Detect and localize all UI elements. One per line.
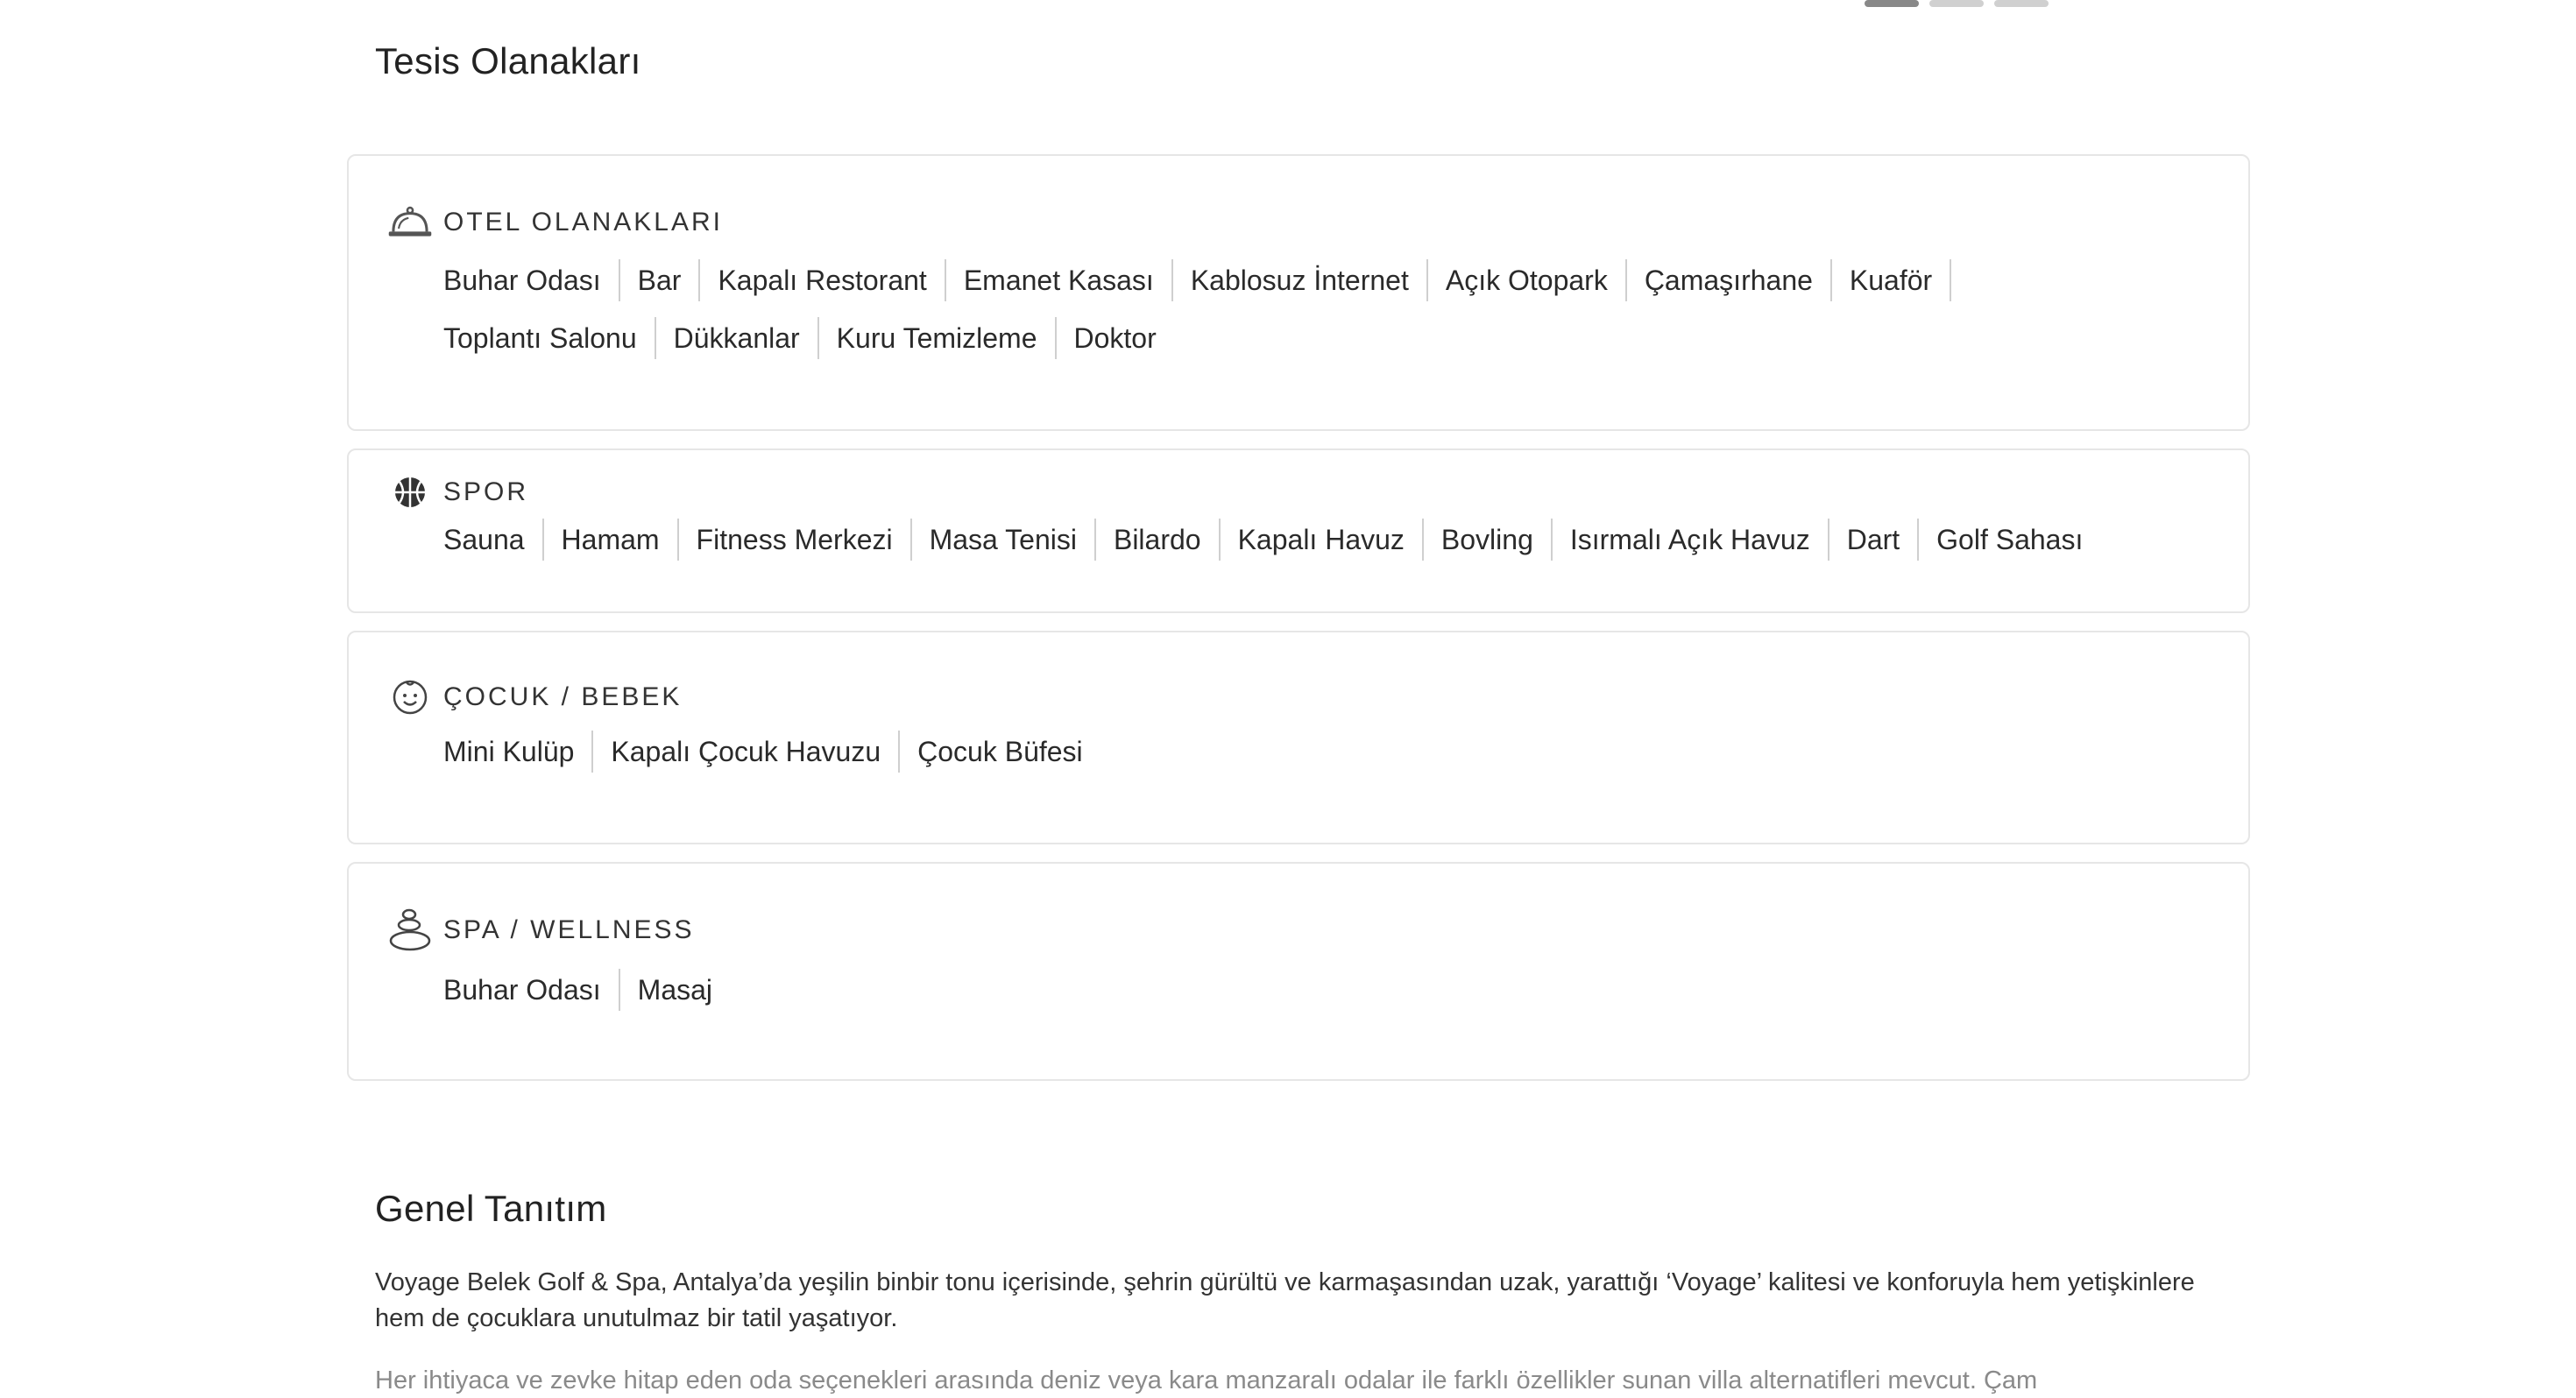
- facility-item: Doktor: [1073, 322, 1157, 354]
- category-header: SPOR: [387, 470, 528, 515]
- facility-item: Çamaşırhane: [1645, 259, 1832, 301]
- facility-card-kids: ÇOCUK / BEBEK Mini Kulüp Kapalı Çocuk Ha…: [347, 631, 2250, 844]
- facility-item: Buhar Odası: [443, 259, 620, 301]
- facility-item: Dükkanlar: [674, 317, 819, 359]
- facility-item: Toplantı Salonu: [443, 317, 656, 359]
- facility-item: Kuru Temizleme: [837, 317, 1057, 359]
- intro-paragraph: Her ihtiyaca ve zevke hitap eden oda seç…: [375, 1366, 2038, 1394]
- slider-dot-3[interactable]: [1994, 0, 2049, 7]
- facility-item: Mini Kulüp: [443, 731, 594, 773]
- service-bell-icon: [387, 200, 433, 245]
- basketball-icon: [387, 470, 433, 515]
- facility-item: Bilardo: [1114, 519, 1221, 561]
- facility-item: Buhar Odası: [443, 969, 620, 1011]
- facility-card-hotel: OTEL OLANAKLARI Buhar Odası Bar Kapalı R…: [347, 154, 2250, 431]
- facility-item: Isırmalı Açık Havuz: [1570, 519, 1829, 561]
- intro-paragraph: Voyage Belek Golf & Spa, Antalya’da yeşi…: [375, 1268, 2195, 1332]
- facility-item: Dart: [1847, 519, 1920, 561]
- facility-list: Buhar Odası Masaj: [443, 969, 2196, 1011]
- facility-item: Kapalı Restorant: [718, 259, 946, 301]
- facility-item: Açık Otopark: [1446, 259, 1627, 301]
- facility-item: Kapalı Havuz: [1238, 519, 1424, 561]
- facility-item: Masaj: [637, 974, 713, 1006]
- facility-item: Bovling: [1441, 519, 1553, 561]
- category-label: OTEL OLANAKLARI: [443, 208, 723, 237]
- category-label: SPOR: [443, 477, 529, 506]
- facility-item: Kapalı Çocuk Havuzu: [611, 731, 901, 773]
- facility-item: Kuaför: [1850, 259, 1952, 301]
- facility-item: Fitness Merkezi: [697, 519, 912, 561]
- facility-item: Masa Tenisi: [930, 519, 1096, 561]
- slider-dot-1[interactable]: [1865, 0, 1919, 7]
- facility-card-sport: SPOR Sauna Hamam Fitness Merkezi Masa Te…: [347, 448, 2250, 613]
- facility-item: Hamam: [562, 519, 679, 561]
- facility-list: Sauna Hamam Fitness Merkezi Masa Tenisi …: [443, 519, 2196, 561]
- intro-title: Genel Tanıtım: [375, 1188, 607, 1229]
- category-header: ÇOCUK / BEBEK: [387, 674, 682, 720]
- slider-dot-2[interactable]: [1929, 0, 1984, 7]
- category-label: ÇOCUK / BEBEK: [443, 682, 683, 711]
- facility-item: Golf Sahası: [1936, 524, 2084, 555]
- facility-card-spa: SPA / WELLNESS Buhar Odası Masaj: [347, 862, 2250, 1081]
- facility-list: Buhar Odası Bar Kapalı Restorant Emanet …: [443, 259, 2196, 359]
- category-header: OTEL OLANAKLARI: [387, 200, 723, 245]
- facility-item: Sauna: [443, 519, 544, 561]
- slider-pagination: [1865, 0, 2049, 7]
- spa-stones-icon: [387, 907, 433, 953]
- page: Tesis Olanakları OTEL OLANAKLARI Buhar O…: [0, 0, 2576, 1398]
- category-label: SPA / WELLNESS: [443, 915, 695, 944]
- facilities-title: Tesis Olanakları: [375, 40, 641, 81]
- facility-item: Bar: [638, 259, 701, 301]
- category-header: SPA / WELLNESS: [387, 907, 695, 953]
- facility-item: Çocuk Büfesi: [917, 736, 1083, 767]
- facility-item: Emanet Kasası: [964, 259, 1173, 301]
- facility-item: Kablosuz İnternet: [1191, 259, 1428, 301]
- facility-list: Mini Kulüp Kapalı Çocuk Havuzu Çocuk Büf…: [443, 731, 2196, 773]
- baby-face-icon: [387, 674, 433, 720]
